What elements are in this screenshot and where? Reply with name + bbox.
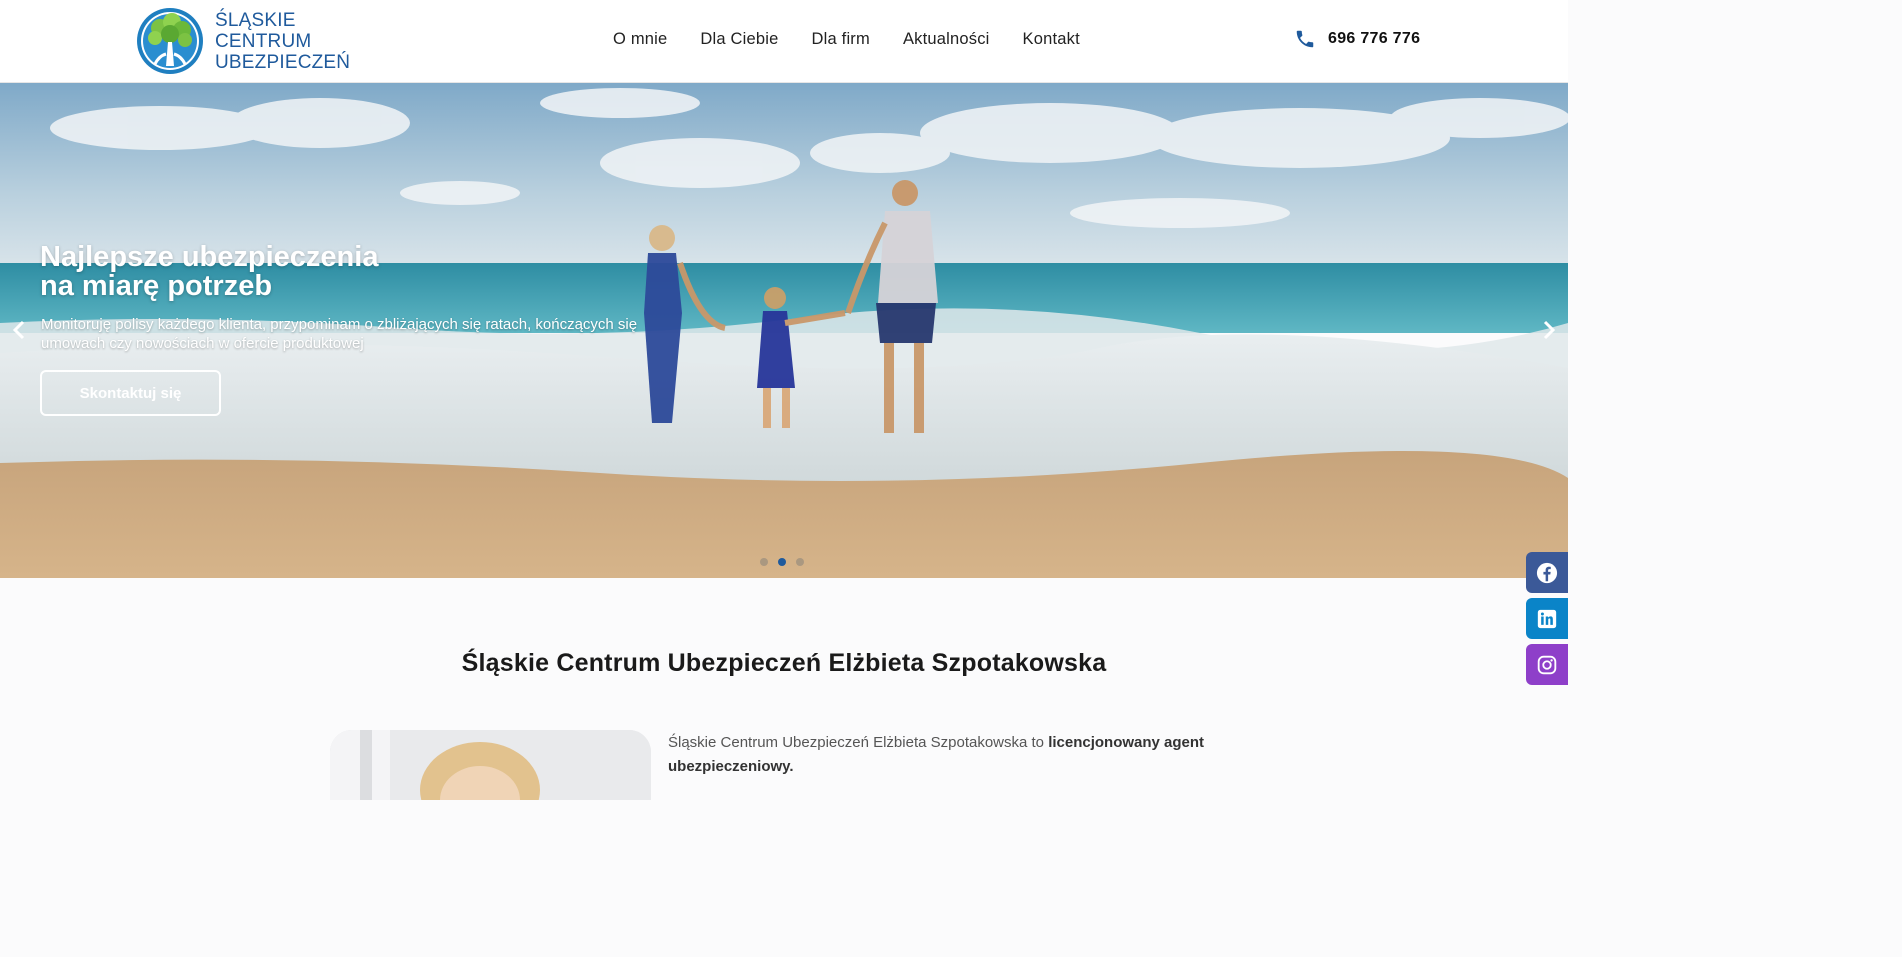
nav-item-dla-ciebie[interactable]: Dla Ciebie [700,30,778,49]
slider-dot-1[interactable] [760,558,768,566]
hero-title: Najlepsze ubezpieczenia na miarę potrzeb [40,243,378,301]
hero-subtitle: Monitoruję polisy każdego klienta, przyp… [41,316,638,352]
site-header: ŚLĄSKIE CENTRUM UBEZPIECZEŃ O mnie Dla C… [0,0,1568,83]
nav-item-o-mnie[interactable]: O mnie [613,30,667,49]
hero-title-line-2: na miarę potrzeb [40,270,273,302]
about-text: Śląskie Centrum Ubezpieczeń Elżbieta Szp… [668,731,1268,779]
nav-item-kontakt[interactable]: Kontakt [1023,30,1080,49]
phone-number: 696 776 776 [1328,30,1421,47]
about-title: Śląskie Centrum Ubezpieczeń Elżbieta Szp… [461,649,1107,677]
slider-next-button[interactable] [1539,318,1559,342]
hero-slider: Najlepsze ubezpieczenia na miarę potrzeb… [0,83,1568,578]
chevron-left-icon [12,320,25,340]
logo-text: ŚLĄSKIE CENTRUM UBEZPIECZEŃ [215,10,350,73]
facebook-button[interactable] [1526,552,1568,593]
agent-photo [330,730,651,800]
logo-line-1: ŚLĄSKIE [215,9,296,31]
slider-prev-button[interactable] [9,318,29,342]
nav-item-aktualnosci[interactable]: Aktualności [903,30,990,49]
slider-dot-3[interactable] [796,558,804,566]
logo-line-3: UBEZPIECZEŃ [215,51,351,73]
phone-icon [1296,30,1314,48]
tree-logo-icon [137,8,203,74]
main-nav: O mnie Dla Ciebie Dla firm Aktualności K… [613,30,1080,49]
site-logo[interactable]: ŚLĄSKIE CENTRUM UBEZPIECZEŃ [135,6,350,76]
linkedin-button[interactable] [1526,598,1568,639]
facebook-icon [1536,562,1558,583]
slider-dot-2[interactable] [778,558,786,566]
hero-title-line-1: Najlepsze ubezpieczenia [40,241,379,273]
linkedin-icon [1537,609,1557,628]
slider-pagination [760,558,804,566]
chevron-right-icon [1543,320,1556,340]
phone-link[interactable]: 696 776 776 [1294,28,1420,50]
about-text-plain: Śląskie Centrum Ubezpieczeń Elżbieta Szp… [668,734,1049,751]
agent-portrait-image [330,730,651,800]
nav-item-dla-firm[interactable]: Dla firm [812,30,870,49]
contact-button[interactable]: Skontaktuj się [40,370,221,416]
logo-line-2: CENTRUM [215,30,312,52]
